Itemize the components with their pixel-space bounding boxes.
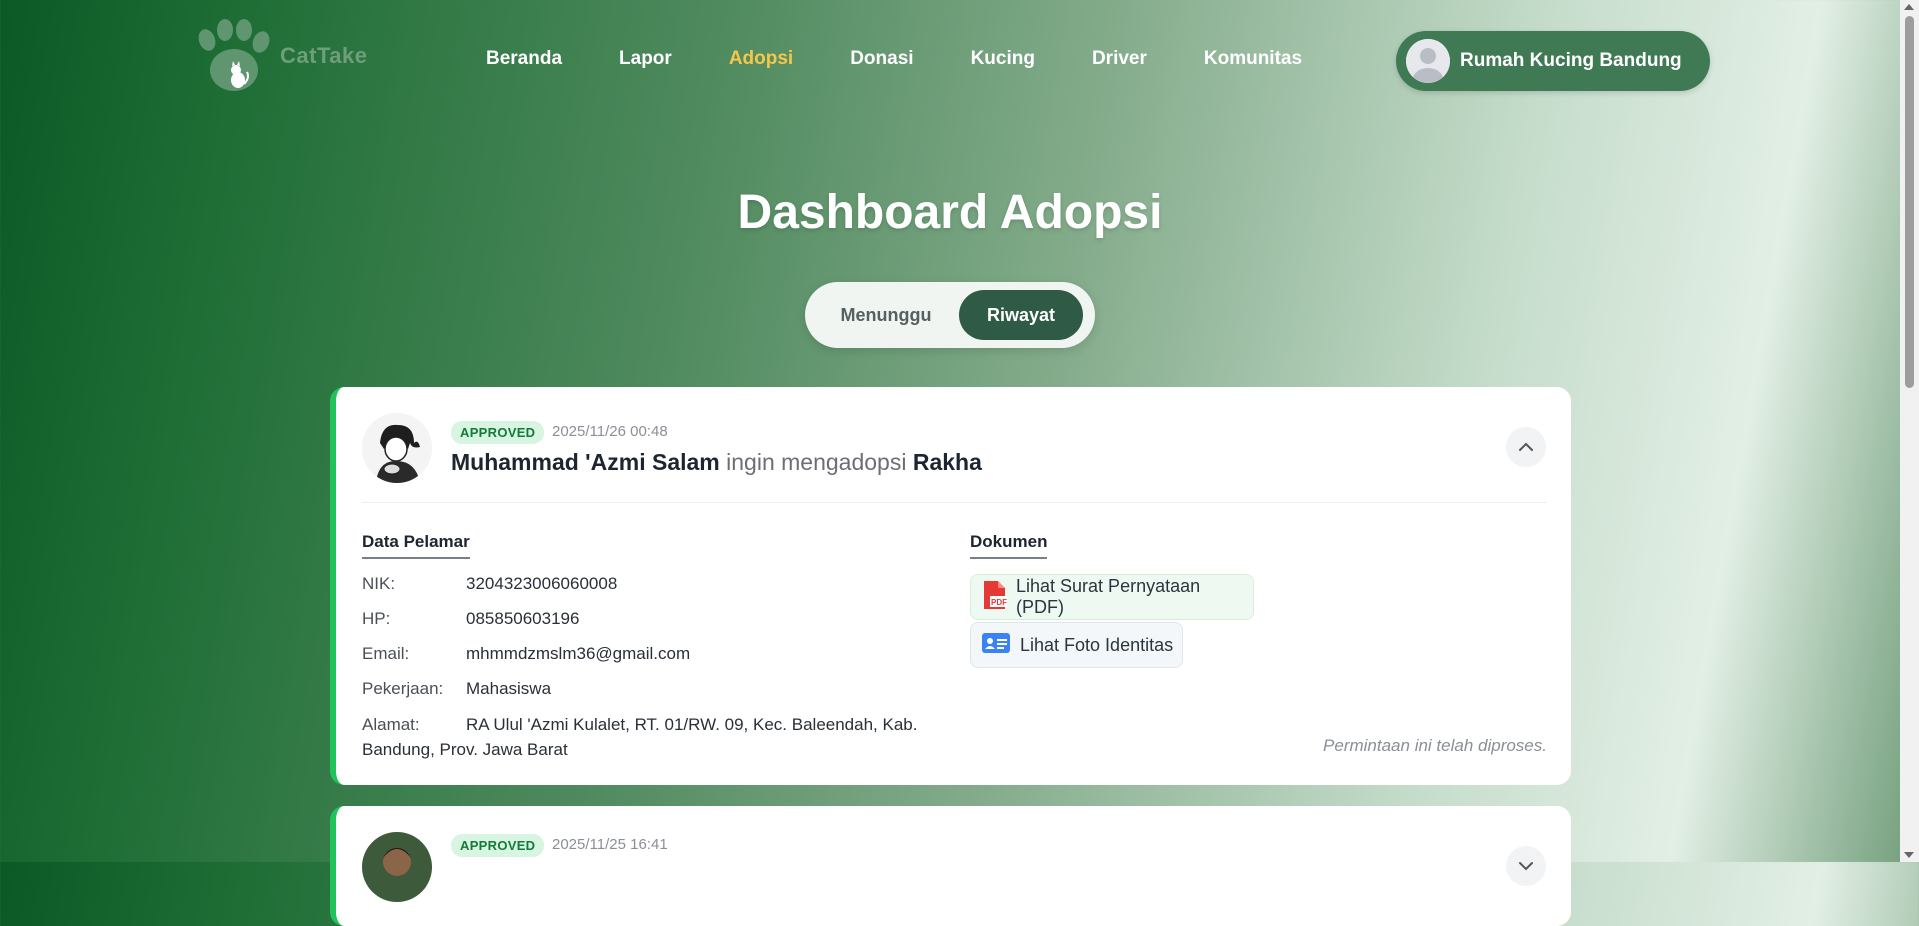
chevron-down-icon bbox=[1519, 862, 1533, 871]
adoption-request-card: APPROVED 2025/11/25 16:41 bbox=[330, 806, 1571, 926]
address-label: Alamat: bbox=[362, 715, 420, 734]
documents-section-title: Dokumen bbox=[970, 532, 1048, 559]
cat-name: Rakha bbox=[912, 449, 982, 475]
nav-link-driver[interactable]: Driver bbox=[1092, 48, 1147, 70]
pdf-file-icon: PDF bbox=[981, 580, 1007, 615]
tab-menunggu[interactable]: Menunggu bbox=[811, 290, 961, 340]
adoption-request-card: APPROVED 2025/11/26 00:48 Muhammad 'Azmi… bbox=[330, 387, 1571, 785]
status-badge: APPROVED bbox=[451, 421, 545, 444]
status-tabs: Menunggu Riwayat bbox=[805, 282, 1095, 348]
view-statement-pdf-button[interactable]: PDF Lihat Surat Pernyataan (PDF) bbox=[970, 574, 1254, 620]
email-value: mhmmdzmslm36@gmail.com bbox=[466, 644, 691, 663]
job-label: Pekerjaan: bbox=[362, 679, 444, 698]
nav-link-adopsi[interactable]: Adopsi bbox=[729, 48, 793, 70]
hp-value: 085850603196 bbox=[466, 609, 580, 628]
paw-cat-icon bbox=[192, 18, 272, 94]
card-divider bbox=[362, 502, 1547, 503]
view-statement-label: Lihat Surat Pernyataan (PDF) bbox=[1016, 576, 1201, 617]
applicant-avatar bbox=[362, 413, 432, 483]
chevron-up-icon bbox=[1519, 442, 1533, 451]
profile-button[interactable]: Rumah Kucing Bandung bbox=[1396, 31, 1710, 91]
main-nav: Beranda Lapor Adopsi Donasi Kucing Drive… bbox=[486, 48, 1359, 70]
scroll-down-arrow-icon[interactable] bbox=[1904, 852, 1914, 858]
brand-name: CatTake bbox=[280, 43, 368, 68]
nav-link-donasi[interactable]: Donasi bbox=[850, 48, 913, 70]
brand-logo[interactable]: CatTake bbox=[192, 18, 367, 94]
scroll-up-arrow-icon[interactable] bbox=[1904, 4, 1914, 10]
tab-riwayat[interactable]: Riwayat bbox=[959, 290, 1083, 340]
email-label: Email: bbox=[362, 644, 410, 663]
user-avatar-icon bbox=[1406, 39, 1450, 83]
svg-text:PDF: PDF bbox=[991, 598, 1007, 607]
nav-link-kucing[interactable]: Kucing bbox=[971, 48, 1035, 70]
id-card-icon bbox=[981, 631, 1011, 660]
page-title: Dashboard Adopsi bbox=[737, 186, 1163, 239]
nav-link-lapor[interactable]: Lapor bbox=[619, 48, 672, 70]
request-connector: ingin mengadopsi bbox=[726, 449, 907, 475]
applicant-name: Muhammad 'Azmi Salam bbox=[451, 449, 720, 475]
collapse-button[interactable] bbox=[1506, 427, 1546, 467]
navbar: CatTake Beranda Lapor Adopsi Donasi Kuci… bbox=[0, 0, 1900, 110]
applicant-avatar bbox=[362, 832, 432, 902]
processed-note: Permintaan ini telah diproses. bbox=[1323, 736, 1547, 755]
expand-button[interactable] bbox=[1506, 846, 1546, 886]
nik-label: NIK: bbox=[362, 574, 396, 593]
nav-link-komunitas[interactable]: Komunitas bbox=[1204, 48, 1302, 70]
view-identity-label: Lihat Foto Identitas bbox=[1020, 634, 1174, 655]
hp-label: HP: bbox=[362, 609, 391, 628]
scrollbar-thumb[interactable] bbox=[1905, 16, 1914, 388]
view-identity-photo-button[interactable]: Lihat Foto Identitas bbox=[970, 622, 1183, 668]
address-field: Alamat: RA Ulul 'Azmi Kulalet, RT. 01/RW.… bbox=[362, 712, 922, 762]
nav-link-beranda[interactable]: Beranda bbox=[486, 48, 562, 70]
job-value: Mahasiswa bbox=[466, 679, 552, 698]
applicant-section-title: Data Pelamar bbox=[362, 532, 470, 559]
page-scrollbar[interactable] bbox=[1900, 0, 1919, 862]
profile-name: Rumah Kucing Bandung bbox=[1460, 50, 1682, 71]
request-date: 2025/11/26 00:48 bbox=[552, 423, 668, 440]
status-badge: APPROVED bbox=[451, 834, 545, 857]
request-headline: Muhammad 'Azmi Salam ingin mengadopsi Ra… bbox=[451, 449, 982, 476]
nik-value: 3204323006060008 bbox=[466, 574, 618, 593]
request-date: 2025/11/25 16:41 bbox=[552, 836, 668, 853]
